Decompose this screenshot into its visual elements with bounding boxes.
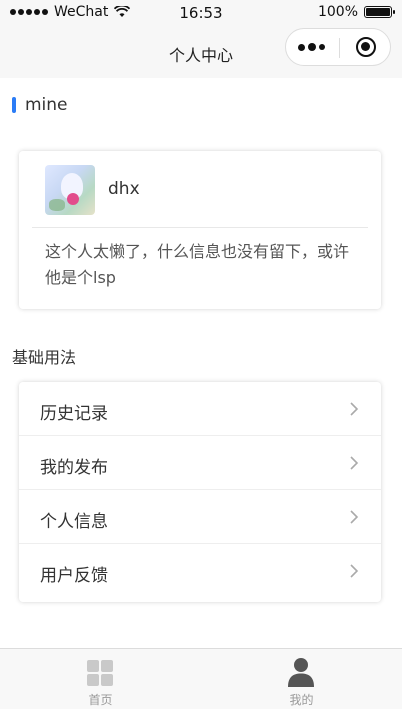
battery-icon xyxy=(364,6,395,18)
tab-mine[interactable]: 我的 xyxy=(201,649,402,710)
menu-group-title: 基础用法 xyxy=(12,348,77,367)
status-bar: WeChat 16:53 100% xyxy=(0,0,402,26)
status-right: 100% xyxy=(317,4,395,20)
grid-icon xyxy=(87,660,113,686)
menu-item-history[interactable]: 历史记录 xyxy=(19,382,381,436)
capsule-divider xyxy=(339,38,340,58)
menu-item-feedback[interactable]: 用户反馈 xyxy=(19,544,381,598)
menu-list: 历史记录 我的发布 个人信息 用户反馈 xyxy=(19,382,381,602)
card-divider xyxy=(32,227,368,228)
user-icon xyxy=(288,658,314,687)
username: dhx xyxy=(108,179,140,199)
tab-home[interactable]: 首页 xyxy=(0,649,201,710)
menu-item-label: 历史记录 xyxy=(40,404,108,424)
chevron-right-icon xyxy=(350,510,359,524)
mini-program-capsule xyxy=(285,28,391,66)
battery-percent: 100% xyxy=(317,4,358,20)
more-icon[interactable] xyxy=(298,41,330,53)
chevron-right-icon xyxy=(350,564,359,578)
user-bio: 这个人太懒了，什么信息也没有留下，或许他是个lsp xyxy=(45,242,350,287)
chevron-right-icon xyxy=(350,402,359,416)
profile-card: dhx 这个人太懒了，什么信息也没有留下，或许他是个lsp xyxy=(19,151,381,309)
tab-mine-label: 我的 xyxy=(289,693,314,707)
nav-bar: 个人中心 xyxy=(0,26,402,78)
section-title: mine xyxy=(25,95,68,115)
section-accent-bar xyxy=(12,97,16,113)
menu-item-label: 个人信息 xyxy=(40,512,108,532)
tab-bar: 首页 我的 xyxy=(0,648,402,709)
menu-item-personal-info[interactable]: 个人信息 xyxy=(19,490,381,544)
menu-item-label: 用户反馈 xyxy=(40,566,108,586)
close-icon[interactable] xyxy=(356,37,376,57)
menu-item-label: 我的发布 xyxy=(40,458,108,478)
chevron-right-icon xyxy=(350,456,359,470)
menu-item-my-posts[interactable]: 我的发布 xyxy=(19,436,381,490)
tab-home-label: 首页 xyxy=(88,693,113,707)
avatar[interactable] xyxy=(45,165,95,215)
section-header: mine xyxy=(12,95,68,115)
